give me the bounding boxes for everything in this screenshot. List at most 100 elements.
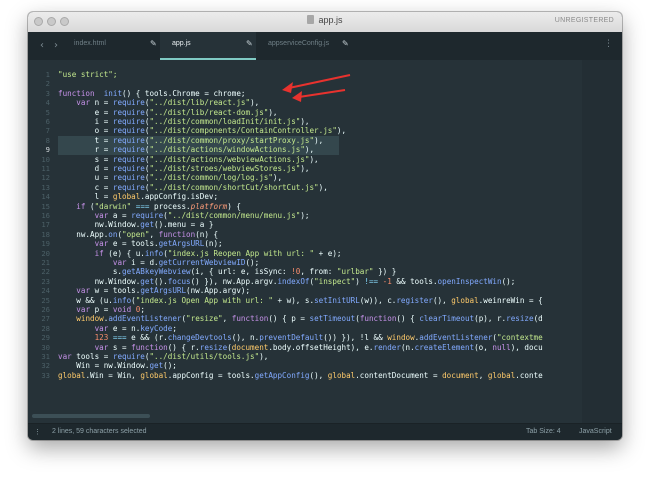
code-token: o =: [58, 126, 113, 136]
code-token: clearTimeout: [419, 314, 475, 324]
back-arrow-icon[interactable]: ‹: [40, 40, 44, 51]
line-number: 3: [45, 88, 50, 98]
line-number: 33: [41, 370, 50, 380]
code-token: "../dist/actions/windowActions.js": [149, 145, 305, 155]
code-line[interactable]: var s = function() { r.resize(document.b…: [58, 343, 543, 352]
code-token: () { r.: [167, 342, 200, 352]
code-line[interactable]: t = require("../dist/common/proxy/startP…: [58, 135, 339, 146]
more-options-icon[interactable]: ⋮: [604, 39, 613, 49]
line-number: 25: [41, 295, 50, 305]
code-token: ().: [154, 276, 168, 286]
code-token: ),: [314, 135, 324, 145]
code-line[interactable]: var tools = require("../dist/utils/tools…: [58, 352, 268, 361]
status-bar: ⋮ 2 lines, 59 characters selected Tab Si…: [28, 423, 622, 440]
tab-appserviceconfig-js[interactable]: appserviceConfig.js ✎: [256, 32, 356, 60]
code-token: ): [355, 276, 365, 286]
code-token: register: [396, 295, 433, 305]
forward-arrow-icon[interactable]: ›: [54, 40, 58, 51]
code-token: ),: [250, 98, 260, 108]
code-line[interactable]: i = require("../dist/common/loadInit/ini…: [58, 117, 310, 126]
code-token: }) }: [373, 267, 397, 277]
code-line[interactable]: global.Win = Win, global.appConfig = too…: [58, 371, 543, 380]
code-line[interactable]: var a = require("../dist/common/menu/men…: [58, 211, 310, 220]
code-token: && tools.: [391, 276, 438, 286]
code-token: openInspectWin: [437, 276, 502, 286]
line-number: 13: [41, 182, 50, 192]
code-line[interactable]: var w = tools.getArgsURL(nw.App.argv);: [58, 286, 250, 295]
code-token: );: [300, 211, 310, 220]
panel-toggle-icon[interactable]: ⋮: [34, 428, 41, 436]
tab-index-html[interactable]: index.html ✎: [62, 32, 160, 60]
syntax-selector[interactable]: JavaScript: [579, 428, 612, 435]
code-token: u =: [58, 173, 113, 183]
code-token: ();: [245, 258, 260, 267]
code-token: t =: [58, 135, 113, 145]
code-token: resize: [506, 314, 534, 324]
code-token: ),: [300, 117, 310, 126]
tab-label: index.html: [74, 40, 106, 47]
code-token: w = tools.: [90, 286, 141, 296]
code-line[interactable]: w && (u.info("index.js Open App with url…: [58, 295, 542, 305]
line-number: 28: [41, 323, 50, 333]
code-editor[interactable]: 1 2 3 4 5 6 7 8 9 10 11 12 13 14 15 16 17 18 19 20 21 22 23 24 2…: [28, 60, 622, 424]
code-token: d =: [58, 164, 113, 173]
tab-size-selector[interactable]: Tab Size: 4: [526, 428, 561, 435]
code-area[interactable]: "use strict"; function init() { tools.Chr…: [58, 60, 622, 424]
code-token: ();: [163, 361, 177, 371]
code-token: r =: [58, 145, 113, 155]
code-token: addEventListener: [108, 314, 182, 324]
line-number: 21: [41, 258, 50, 267]
minimap[interactable]: [582, 60, 622, 424]
code-line[interactable]: u = require("../dist/common/log/log.js")…: [58, 173, 283, 183]
code-line[interactable]: "use strict";: [58, 70, 117, 79]
code-token: .appConfig.isDev;: [140, 192, 219, 202]
code-token: get: [140, 220, 155, 230]
code-token: ),: [309, 154, 319, 164]
horizontal-scrollbar[interactable]: [32, 414, 150, 418]
code-token: global: [140, 370, 168, 380]
code-token: Win = nw.Window.: [58, 361, 150, 371]
code-line[interactable]: window.addEventListener("resize", functi…: [58, 314, 542, 324]
code-line[interactable]: var e = n.keyCode;: [58, 324, 177, 333]
code-line[interactable]: d = require("../dist/stroes/webviewStore…: [58, 164, 310, 173]
code-token: ===: [112, 333, 127, 343]
code-line[interactable]: var e = tools.getArgsURL(n);: [58, 239, 223, 248]
line-number: 10: [41, 154, 50, 164]
code-token: "index.js Reopen App with url: ": [167, 248, 315, 258]
code-token: .body.offsetHeight), e.: [268, 342, 374, 352]
code-line[interactable]: function init() { tools.Chrome = chrome;: [58, 89, 245, 98]
code-line[interactable]: l = global.appConfig.isDev;: [58, 192, 218, 201]
code-line[interactable]: var n = require("../dist/lib/react.js"),: [58, 98, 259, 107]
code-line[interactable]: s = require("../dist/actions/webviewActi…: [58, 155, 319, 164]
code-line[interactable]: var i = d.getCurrentWebviewID();: [58, 258, 259, 267]
code-line[interactable]: e = require("../dist/lib/react-dom.js"),: [58, 108, 278, 117]
code-line[interactable]: if ("darwin" === process.platform) {: [58, 202, 241, 211]
code-line[interactable]: c = require("../dist/common/shortCut/sho…: [58, 183, 328, 192]
code-line[interactable]: nw.Window.get().focus() }), nw.App.argv.…: [58, 276, 516, 286]
code-token: "darwin": [94, 201, 132, 211]
code-line[interactable]: nw.Window.get().menu = a }: [58, 220, 214, 230]
code-line[interactable]: if (e) { u.info("index.js Reopen App wit…: [58, 249, 342, 258]
code-token: "../dist/components/ContainController.js…: [149, 126, 337, 136]
code-line[interactable]: Win = nw.Window.get();: [58, 361, 177, 370]
code-line[interactable]: 123 === e && (r.changeDevtools(), n.prev…: [58, 333, 543, 342]
line-number: 1: [45, 70, 50, 79]
code-token: "contextme: [496, 333, 543, 343]
code-token: "../dist/common/loadInit/init.js": [149, 117, 301, 126]
tab-app-js[interactable]: app.js ✎: [160, 32, 256, 60]
code-line[interactable]: nw.App.on("open", function(n) {: [58, 230, 218, 239]
code-line[interactable]: var p = void 0;: [58, 305, 145, 314]
code-token: function: [58, 88, 95, 98]
code-token: var: [76, 305, 91, 314]
code-token: require: [112, 98, 145, 108]
code-line[interactable]: o = require("../dist/components/ContainC…: [58, 126, 347, 136]
line-number: 29: [41, 333, 50, 343]
code-token: document: [231, 342, 269, 352]
code-token: "../dist/lib/react-dom.js": [149, 107, 269, 117]
line-number: 19: [41, 239, 50, 249]
code-token: info: [112, 295, 132, 305]
code-line[interactable]: r = require("../dist/actions/windowActio…: [58, 145, 339, 155]
code-token: void: [112, 305, 132, 314]
code-line[interactable]: s.getABkeyWebview(i, { url: e, isSync: !…: [58, 267, 397, 277]
